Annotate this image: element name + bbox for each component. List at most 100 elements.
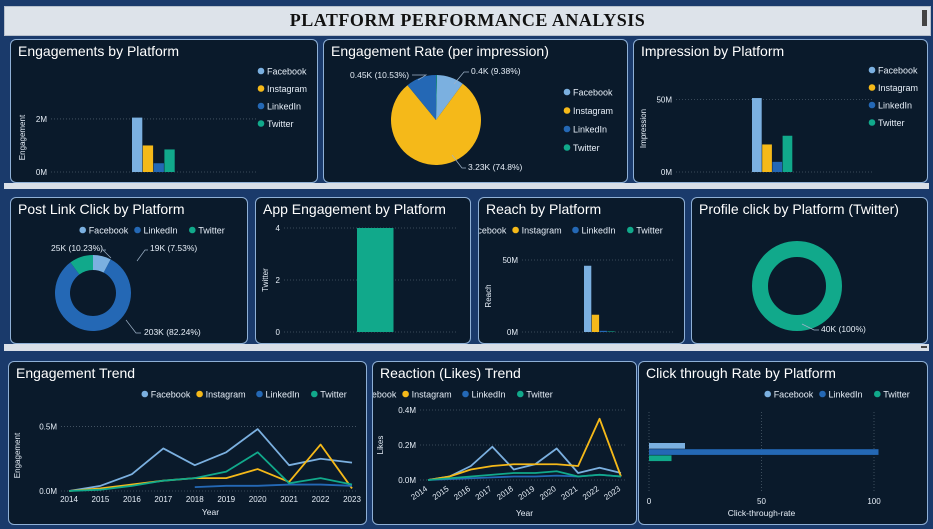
post-link-click-card[interactable]: Post Link Click by Platform 19K (7.53%) 2…	[10, 197, 248, 344]
legend-label-linkedin: LinkedIn	[266, 390, 300, 400]
reach-chart: 0M 50M Reach Facebook Instagram LinkedIn Twitt…	[478, 226, 674, 337]
bar-twitter	[782, 135, 793, 172]
y-axis-label: Reach	[484, 284, 493, 307]
legend-marker-linkedin	[563, 125, 571, 133]
bar-facebook	[132, 117, 143, 172]
legend-marker-linkedin	[819, 390, 826, 398]
legend-label-linkedin: LinkedIn	[829, 390, 863, 400]
y-tick-label: 4	[276, 224, 281, 233]
legend-label-linkedin: LinkedIn	[472, 390, 506, 400]
bar-linkedin	[153, 163, 164, 172]
legend-label-instagram: Instagram	[206, 390, 246, 400]
engagements-card[interactable]: Engagements by Platform 0M 2M Engagement Fa…	[10, 39, 318, 183]
scroll-handle[interactable]	[921, 346, 927, 348]
legend-label-linkedin: LinkedIn	[267, 102, 301, 112]
x-tick-label: 2018	[186, 495, 204, 504]
ctr-card[interactable]: Click through Rate by Platform 0 50 100 Cli…	[638, 361, 928, 525]
data-label: 0.45K (10.53%)	[350, 70, 409, 80]
scroll-handle[interactable]	[922, 10, 927, 26]
legend-label-linkedin: LinkedIn	[573, 125, 607, 135]
slice-twitter	[752, 241, 842, 331]
legend-label-facebook: Facebook	[478, 226, 507, 236]
bar-facebook	[649, 443, 685, 449]
legend-marker-twitter	[874, 390, 881, 398]
bar-instagram	[591, 314, 600, 332]
y-tick-label: 0.2M	[398, 441, 416, 450]
y-tick-label: 50M	[656, 96, 672, 105]
x-tick-label: 2020	[249, 495, 267, 504]
series-line-instagram	[427, 417, 622, 481]
y-tick-label: 0M	[36, 168, 47, 177]
x-tick-label: 50	[757, 497, 766, 506]
legend-marker-linkedin	[572, 226, 579, 234]
y-tick-label: 0.5M	[39, 422, 57, 431]
legend-label-facebook: Facebook	[89, 226, 129, 236]
profile-click-card[interactable]: Profile click by Platform (Twitter) 40K …	[691, 197, 928, 344]
data-label: 3.23K (74.8%)	[468, 162, 523, 172]
data-label: 40K (100%)	[821, 324, 866, 334]
legend-label-twitter: Twitter	[883, 390, 910, 400]
legend-marker-twitter	[563, 144, 571, 151]
y-axis-label: Twitter	[261, 268, 270, 292]
bar-linkedin	[599, 330, 607, 332]
x-tick-label: 100	[867, 497, 881, 506]
y-tick-label: 2M	[36, 115, 47, 124]
legend-marker-linkedin	[257, 102, 265, 110]
y-axis-label: Impression	[639, 109, 648, 148]
section-band-2	[4, 344, 929, 351]
legend-marker-facebook	[79, 226, 86, 234]
reaction-trend-chart: 0.0M 0.2M 0.4M 2014 2015 2016 2017 2018 2019 2020…	[373, 390, 627, 518]
legend-marker-facebook	[141, 390, 149, 398]
x-tick-label: 2023	[343, 495, 361, 504]
y-tick-label: 0.4M	[398, 406, 416, 415]
x-tick-label: 2014	[409, 484, 429, 502]
x-tick-label: 2021	[560, 484, 580, 502]
data-label-leader	[125, 319, 141, 334]
engagement-trend-chart: 0.0M 0.5M 2014 2015 2016 2017 2018 2019 2020 2021…	[13, 390, 361, 518]
x-tick-label: 2019	[217, 495, 235, 504]
title-bar: PLATFORM PERFORMANCE ANALYSIS	[4, 6, 931, 36]
legend-label-instagram: Instagram	[878, 83, 918, 93]
x-tick-label: 2017	[474, 484, 494, 502]
legend-marker-instagram	[196, 390, 203, 398]
x-tick-label: 2023	[602, 484, 622, 502]
post-link-click-chart: 19K (7.53%) 203K (82.24%) 25K (10.23%) Face…	[51, 226, 225, 338]
engagement-rate-card[interactable]: Engagement Rate (per impression) 0.4K (9…	[323, 39, 628, 183]
y-tick-label: 0	[276, 328, 281, 337]
legend-label-linkedin: LinkedIn	[878, 101, 912, 111]
legend-label-twitter: Twitter	[526, 390, 553, 400]
x-axis-label: Year	[516, 508, 533, 518]
bar-facebook	[584, 265, 592, 332]
app-engagement-card[interactable]: App Engagement by Platform 0 2 4 Twitter	[255, 197, 471, 344]
x-tick-label: 2015	[431, 484, 451, 502]
x-tick-label: 2019	[517, 484, 537, 502]
legend-marker-linkedin	[868, 101, 876, 109]
impression-card[interactable]: Impression by Platform 0M 50M Impression Fa…	[633, 39, 928, 183]
reaction-trend-card[interactable]: Reaction (Likes) Trend 0.0M 0.2M 0.4M 2014 2…	[372, 361, 637, 525]
legend-marker-instagram	[402, 390, 409, 398]
x-tick-label: 2020	[538, 484, 558, 502]
legend-marker-linkedin	[462, 390, 469, 398]
page-title: PLATFORM PERFORMANCE ANALYSIS	[289, 10, 646, 30]
legend-label-facebook: Facebook	[267, 67, 307, 77]
slice-linkedin	[54, 259, 131, 331]
legend-label-twitter: Twitter	[267, 119, 294, 129]
legend-marker-facebook	[764, 390, 771, 398]
legend-marker-linkedin	[256, 390, 263, 398]
x-tick-label: 0	[647, 497, 652, 506]
reach-card[interactable]: Reach by Platform 0M 50M Reach Facebook Inst…	[478, 197, 685, 344]
data-label: 19K (7.53%)	[150, 243, 197, 253]
x-axis-label: Click-through-rate	[728, 508, 796, 518]
legend-marker-instagram	[512, 226, 519, 234]
engagements-chart: 0M 2M Engagement Facebook Instagram LinkedIn T…	[18, 67, 307, 178]
x-tick-label: 2016	[123, 495, 141, 504]
legend-marker-facebook	[257, 67, 265, 75]
y-tick-label: 0M	[661, 168, 672, 177]
app-engagement-chart: 0 2 4 Twitter	[261, 224, 456, 337]
y-axis-label: Likes	[376, 436, 385, 455]
legend-label-instagram: Instagram	[267, 84, 307, 94]
bar-linkedin	[772, 161, 783, 172]
y-tick-label: 2	[276, 276, 281, 285]
x-tick-label: 2022	[312, 495, 330, 504]
engagement-trend-card[interactable]: Engagement Trend 0.0M 0.5M 2014 2015 2016 201…	[8, 361, 367, 525]
